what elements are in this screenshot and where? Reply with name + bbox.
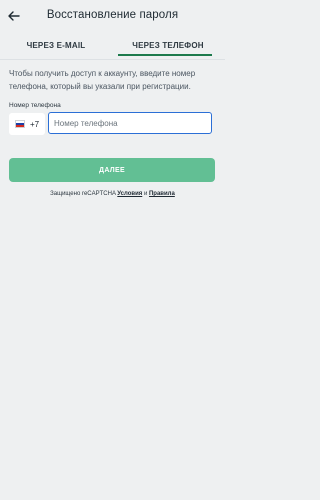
header: Восстановление пароля <box>0 0 225 34</box>
phone-field-label: Номер телефона <box>9 102 61 109</box>
next-button[interactable]: ДАЛЕЕ <box>9 158 215 182</box>
russia-flag-icon <box>15 120 25 128</box>
recaptcha-conjunction: и <box>143 191 148 197</box>
instruction-text: Чтобы получить доступ к аккаунту, введит… <box>9 69 196 91</box>
page-title: Восстановление пароля <box>46 9 179 21</box>
tabs-divider <box>0 59 225 60</box>
rules-link[interactable]: Правила <box>149 191 175 197</box>
tab-bar: ЧЕРЕЗ E-MAIL ЧЕРЕЗ ТЕЛЕФОН <box>0 36 225 58</box>
country-code: +7 <box>30 119 40 129</box>
recaptcha-text: Защищено reCAPTCHA <box>50 191 116 197</box>
tab-phone[interactable]: ЧЕРЕЗ ТЕЛЕФОН <box>112 36 224 56</box>
phone-input[interactable] <box>48 112 212 134</box>
recaptcha-notice: Защищено reCAPTCHA Условия и Правила <box>0 191 225 197</box>
active-tab-indicator <box>118 54 212 56</box>
terms-link[interactable]: Условия <box>117 191 142 197</box>
country-code-selector[interactable]: +7 <box>9 113 45 135</box>
tab-email[interactable]: ЧЕРЕЗ E-MAIL <box>0 36 112 56</box>
